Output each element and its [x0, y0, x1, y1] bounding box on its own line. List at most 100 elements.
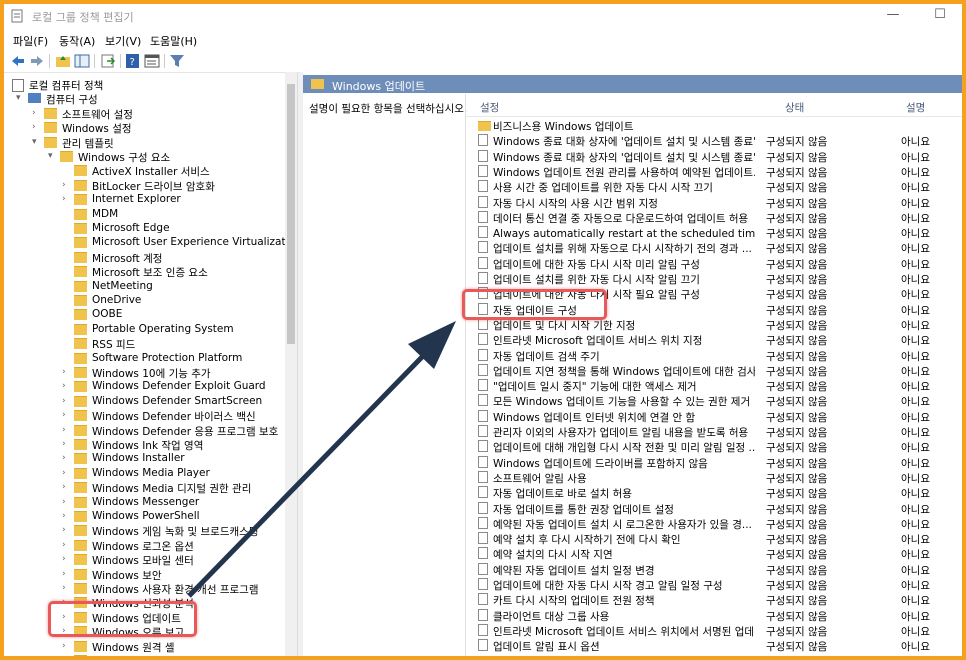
expand-arrow-icon[interactable]: › [62, 178, 72, 193]
details-header: Windows 업데이트 [303, 75, 962, 93]
list-item[interactable]: 예약 설치 후 다시 시작하기 전에 다시 확인 구성되지 않음 아니요 [466, 531, 962, 546]
show-tree-icon[interactable] [74, 54, 90, 68]
minimize-button[interactable]: — [881, 6, 905, 24]
setting-name: 예약 설치의 다시 시작 지연 [493, 549, 613, 562]
list-item[interactable]: 소프트웨어 알림 사용 구성되지 않음 아니요 [466, 470, 962, 485]
maximize-button[interactable]: ☐ [928, 6, 952, 24]
expand-arrow-icon[interactable]: › [62, 495, 72, 510]
list-item-folder[interactable]: 비즈니스용 Windows 업데이트 [466, 118, 962, 133]
list-item[interactable]: 자동 업데이트를 통한 권장 업데이트 설정 구성되지 않음 아니요 [466, 501, 962, 516]
list-item[interactable]: 카트 다시 시작의 업데이트 전원 정책 구성되지 않음 아니요 [466, 592, 962, 608]
expand-arrow-icon[interactable]: › [62, 639, 72, 654]
column-comment[interactable]: 설명 [906, 100, 925, 115]
setting-name: 관리자 이외의 사용자가 업데이트 알림 내용을 받도록 허용 [493, 427, 749, 439]
expand-arrow-icon[interactable]: › [62, 408, 72, 423]
list-item[interactable]: 클라이언트 대상 그룹 사용 구성되지 않음 아니요 [466, 608, 962, 623]
expand-arrow-icon[interactable]: › [62, 567, 72, 582]
tree-scrollbar[interactable] [285, 72, 297, 656]
policy-setting-icon [478, 363, 488, 376]
policy-setting-icon [478, 486, 488, 499]
expand-arrow-icon[interactable]: › [62, 466, 72, 481]
setting-name: 인트라넷 Microsoft 업데이트 서비스 위치에서 서명된 업데... [493, 625, 755, 638]
policy-setting-icon [478, 470, 488, 483]
tree-item-label: Portable Operating System [92, 322, 234, 335]
menu-action[interactable]: 동작(A) [59, 33, 95, 49]
list-item[interactable]: "업데이트 일시 중지" 기능에 대한 액세스 제거 구성되지 않음 아니요 [466, 378, 962, 393]
expand-arrow-icon[interactable]: › [62, 480, 72, 495]
setting-state: 구성되지 않음 [766, 228, 828, 241]
column-setting[interactable]: 설정 [480, 100, 499, 115]
setting-name: 업데이트 알림 표시 옵션 [493, 641, 600, 654]
list-item[interactable]: Windows 업데이트 인터넷 위치에 연결 안 함 구성되지 않음 아니요 [466, 409, 962, 424]
list-item[interactable]: 자동 업데이트 검색 주기 구성되지 않음 아니요 [466, 348, 962, 363]
expand-arrow-icon[interactable]: › [62, 653, 72, 656]
setting-state: 구성되지 않음 [766, 549, 828, 562]
list-item[interactable]: Always automatically restart at the sche… [466, 225, 962, 241]
setting-comment: 아니요 [901, 503, 930, 516]
list-item[interactable]: 인트라넷 Microsoft 업데이트 서비스 위치에서 서명된 업데... 구성… [466, 623, 962, 638]
list-item[interactable]: Windows 업데이트에 드라이버를 포함하지 않음 구성되지 않음 아니요 [466, 455, 962, 470]
list-item[interactable]: Windows 업데이트 전원 관리를 사용하여 예약된 업데이트... 구성되지… [466, 164, 962, 179]
list-item[interactable]: 사용 시간 중 업데이트를 위한 자동 다시 시작 끄기 구성되지 않음 아니요 [466, 179, 962, 194]
list-item[interactable]: 예약 설치의 다시 시작 지연 구성되지 않음 아니요 [466, 546, 962, 562]
setting-comment: 아니요 [901, 228, 930, 241]
expand-arrow-icon[interactable]: › [62, 423, 72, 438]
menu-file[interactable]: 파일(F) [13, 33, 48, 49]
folder-icon [74, 323, 87, 335]
list-item[interactable]: 자동 업데이트로 바로 설치 허용 구성되지 않음 아니요 [466, 485, 962, 500]
expand-arrow-icon[interactable]: › [62, 523, 72, 538]
properties-icon[interactable] [144, 54, 160, 68]
expand-arrow-icon[interactable]: › [62, 379, 72, 394]
list-item[interactable]: 예약된 자동 업데이트 설치 일정 변경 구성되지 않음 아니요 [466, 562, 962, 577]
export-icon[interactable] [100, 54, 116, 68]
list-item[interactable]: Windows 종료 대화 상자의 '업데이트 설치 및 시스템 종료' ...… [466, 149, 962, 164]
list-item[interactable]: 데이터 통신 연결 중 자동으로 다운로드하여 업데이트 허용 구성되지 않음 아니… [466, 210, 962, 225]
list-item[interactable]: 업데이트에 대한 자동 다시 시작 경고 알림 일정 구성 구성되지 않음 아니요 [466, 577, 962, 592]
help-icon[interactable]: ? [125, 54, 141, 68]
list-item[interactable]: 업데이트 알림 표시 옵션 구성되지 않음 아니요 [466, 638, 962, 654]
folder-icon [44, 122, 57, 134]
collapse-arrow-icon[interactable]: ▾ [32, 135, 42, 150]
list-item[interactable]: 업데이트에 대해 개입형 다시 시작 전환 및 미리 알림 일정 ... 구성되지… [466, 439, 962, 454]
expand-arrow-icon[interactable]: › [62, 538, 72, 553]
expand-arrow-icon[interactable]: › [62, 451, 72, 466]
setting-name: 인트라넷 Microsoft 업데이트 서비스 위치 지정 [493, 335, 703, 348]
forward-icon[interactable] [29, 54, 45, 68]
expand-arrow-icon[interactable]: › [32, 120, 42, 135]
expand-arrow-icon[interactable]: › [62, 509, 72, 524]
list-item[interactable]: 업데이트에 대한 자동 다시 시작 미리 알림 구성 구성되지 않음 아니요 [466, 256, 962, 271]
expand-arrow-icon[interactable]: › [32, 106, 42, 121]
tree-scroll-thumb[interactable] [287, 84, 295, 344]
list-item[interactable]: Windows 종료 대화 상자에 '업데이트 설치 및 시스템 종료' ...… [466, 133, 962, 148]
menu-view[interactable]: 보기(V) [105, 33, 141, 49]
tree-item-label: Microsoft User Experience Virtualization [92, 236, 286, 249]
expand-arrow-icon[interactable]: › [62, 581, 72, 596]
expand-arrow-icon[interactable]: › [62, 437, 72, 452]
list-item[interactable]: 업데이트 지연 정책을 통해 Windows 업데이트에 대한 검사... 구성되… [466, 363, 962, 378]
list-item[interactable]: 관리자 이외의 사용자가 업데이트 알림 내용을 받도록 허용 구성되지 않음 아니… [466, 424, 962, 439]
setting-state: 구성되지 않음 [766, 580, 828, 592]
list-item[interactable]: 업데이트 설치를 위한 자동 다시 시작 알림 끄기 구성되지 않음 아니요 [466, 271, 962, 286]
back-icon[interactable] [10, 54, 26, 68]
collapse-arrow-icon[interactable]: ▾ [48, 149, 58, 164]
filter-icon[interactable] [169, 54, 185, 68]
setting-name: 카트 다시 시작의 업데이트 전원 정책 [493, 595, 655, 608]
setting-name: 비즈니스용 Windows 업데이트 [493, 121, 634, 133]
policy-setting-icon [478, 516, 488, 529]
expand-arrow-icon[interactable]: › [62, 365, 72, 380]
list-item[interactable]: 예약된 자동 업데이트 설치 시 로그온한 사용자가 있을 경... 구성되지 않… [466, 516, 962, 531]
menu-help[interactable]: 도움말(H) [150, 33, 197, 49]
column-state[interactable]: 상태 [785, 100, 804, 115]
expand-arrow-icon[interactable]: › [62, 552, 72, 567]
list-item[interactable]: 업데이트 설치를 위해 자동으로 다시 시작하기 전의 경과 ... 구성되지 않… [466, 240, 962, 255]
list-item[interactable]: 인트라넷 Microsoft 업데이트 서비스 위치 지정 구성되지 않음 아니요 [466, 332, 962, 348]
folder-icon [74, 554, 87, 566]
collapse-arrow-icon[interactable]: ▾ [16, 91, 26, 106]
policy-setting-icon [478, 348, 488, 361]
list-item[interactable]: 자동 다시 시작의 사용 시간 범위 지정 구성되지 않음 아니요 [466, 195, 962, 210]
toolbar: ? [4, 50, 962, 73]
expand-arrow-icon[interactable]: › [62, 192, 72, 207]
expand-arrow-icon[interactable]: › [62, 394, 72, 409]
list-item[interactable]: 모든 Windows 업데이트 기능을 사용할 수 있는 권한 제거 구성되지 않… [466, 393, 962, 408]
up-folder-icon[interactable] [55, 54, 71, 68]
